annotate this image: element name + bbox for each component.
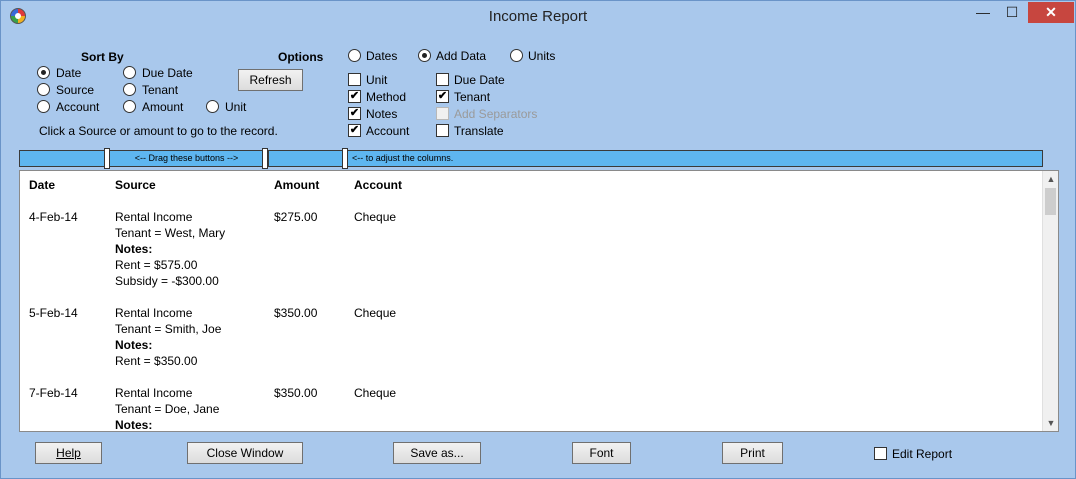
record-tenant: Tenant = Smith, Joe	[115, 322, 222, 336]
font-button[interactable]: Font	[572, 442, 631, 464]
header-amount: Amount	[274, 178, 320, 192]
sort-date-label[interactable]: Date	[56, 66, 81, 80]
minimize-button[interactable]: —	[969, 2, 997, 23]
due-date-checkbox[interactable]	[436, 73, 449, 86]
record-notes-label: Notes:	[115, 242, 153, 256]
mode-units-label[interactable]: Units	[528, 49, 555, 63]
method-check-label[interactable]: Method	[366, 90, 406, 104]
vertical-scrollbar[interactable]: ▲ ▼	[1042, 171, 1058, 431]
record-date: 4-Feb-14	[29, 210, 78, 224]
sort-tenant-radio[interactable]	[123, 83, 136, 96]
tenant-check-label[interactable]: Tenant	[454, 90, 490, 104]
column-handle-1[interactable]	[104, 148, 110, 169]
options-heading: Options	[278, 50, 324, 64]
sort-due-date-radio[interactable]	[123, 66, 136, 79]
record-date: 5-Feb-14	[29, 306, 78, 320]
record-note: Rent = $350.00	[115, 354, 198, 368]
mode-dates-label[interactable]: Dates	[366, 49, 397, 63]
edit-report-label[interactable]: Edit Report	[892, 447, 952, 461]
header-date: Date	[29, 178, 56, 192]
help-button-label: Help	[56, 446, 81, 460]
close-window-button[interactable]: Close Window	[187, 442, 303, 464]
column-bar-source: <-- Drag these buttons -->	[109, 150, 264, 167]
sort-amount-radio[interactable]	[123, 100, 136, 113]
due-date-check-label[interactable]: Due Date	[454, 73, 505, 87]
sort-date-radio[interactable]	[37, 66, 50, 79]
sort-unit-radio[interactable]	[206, 100, 219, 113]
record-amount-link[interactable]: $350.00	[274, 386, 317, 400]
record-account: Cheque	[354, 386, 397, 400]
print-button[interactable]: Print	[722, 442, 783, 464]
record-note: Rent = $575.00	[115, 258, 198, 272]
add-separators-checkbox	[436, 107, 449, 120]
record-source-link[interactable]: Rental Income	[115, 386, 192, 400]
mode-units-radio[interactable]	[510, 49, 523, 62]
sort-unit-label[interactable]: Unit	[225, 100, 246, 114]
record-date: 7-Feb-14	[29, 386, 78, 400]
column-bar-amount	[268, 150, 343, 167]
scrollbar-thumb[interactable]	[1045, 188, 1056, 215]
sort-account-radio[interactable]	[37, 100, 50, 113]
record-source-link[interactable]: Rental Income	[115, 306, 192, 320]
record-tenant: Tenant = Doe, Jane	[115, 402, 220, 416]
sort-account-label[interactable]: Account	[56, 100, 99, 114]
column-handle-2[interactable]	[262, 148, 268, 169]
mode-add-data-radio[interactable]	[418, 49, 431, 62]
unit-checkbox[interactable]	[348, 73, 361, 86]
mode-dates-radio[interactable]	[348, 49, 361, 62]
report-client-area: Sort By Date Due Date Source Tenant Acco…	[9, 32, 1067, 472]
income-report-window: Income Report — ☐ ✕ Sort By Date Due Dat…	[0, 0, 1076, 479]
tenant-checkbox[interactable]: ✔	[436, 90, 449, 103]
account-check-label[interactable]: Account	[366, 124, 409, 138]
record-note: Subsidy = -$300.00	[115, 274, 219, 288]
maximize-button[interactable]: ☐	[998, 2, 1026, 23]
account-checkbox[interactable]: ✔	[348, 124, 361, 137]
sort-source-label[interactable]: Source	[56, 83, 94, 97]
record-account: Cheque	[354, 306, 397, 320]
column-handle-3[interactable]	[342, 148, 348, 169]
header-source: Source	[115, 178, 156, 192]
header-account: Account	[354, 178, 402, 192]
column-bar-account: <-- to adjust the columns.	[347, 150, 1043, 167]
unit-check-label[interactable]: Unit	[366, 73, 387, 87]
save-as-button[interactable]: Save as...	[393, 442, 481, 464]
notes-check-label[interactable]: Notes	[366, 107, 397, 121]
record-amount-link[interactable]: $350.00	[274, 306, 317, 320]
method-checkbox[interactable]: ✔	[348, 90, 361, 103]
close-button[interactable]: ✕	[1028, 2, 1074, 23]
scroll-up-arrow-icon[interactable]: ▲	[1043, 171, 1058, 187]
record-account: Cheque	[354, 210, 397, 224]
mode-add-data-label[interactable]: Add Data	[436, 49, 486, 63]
adjust-columns-text: <-- to adjust the columns.	[352, 153, 454, 163]
record-notes-label: Notes:	[115, 338, 153, 352]
title-bar[interactable]: Income Report — ☐ ✕	[1, 1, 1075, 32]
record-tenant: Tenant = West, Mary	[115, 226, 226, 240]
sort-amount-label[interactable]: Amount	[142, 100, 183, 114]
help-button[interactable]: Help	[35, 442, 102, 464]
notes-checkbox[interactable]: ✔	[348, 107, 361, 120]
refresh-button[interactable]: Refresh	[238, 69, 303, 91]
sort-tenant-label[interactable]: Tenant	[142, 83, 178, 97]
sort-source-radio[interactable]	[37, 83, 50, 96]
add-separators-check-label: Add Separators	[454, 107, 538, 121]
record-notes-label: Notes:	[115, 418, 153, 432]
navigation-hint: Click a Source or amount to go to the re…	[39, 124, 278, 138]
translate-check-label[interactable]: Translate	[454, 124, 504, 138]
drag-buttons-text: <-- Drag these buttons -->	[134, 153, 239, 163]
report-view[interactable]: Date Source Amount Account 4-Feb-14 Rent…	[19, 170, 1059, 432]
record-amount-link[interactable]: $275.00	[274, 210, 317, 224]
edit-report-checkbox[interactable]	[874, 447, 887, 460]
sort-by-heading: Sort By	[81, 50, 124, 64]
window-title: Income Report	[488, 8, 588, 25]
column-bar-date	[19, 150, 106, 167]
sort-due-date-label[interactable]: Due Date	[142, 66, 193, 80]
translate-checkbox[interactable]	[436, 124, 449, 137]
record-source-link[interactable]: Rental Income	[115, 210, 192, 224]
scroll-down-arrow-icon[interactable]: ▼	[1043, 415, 1058, 431]
